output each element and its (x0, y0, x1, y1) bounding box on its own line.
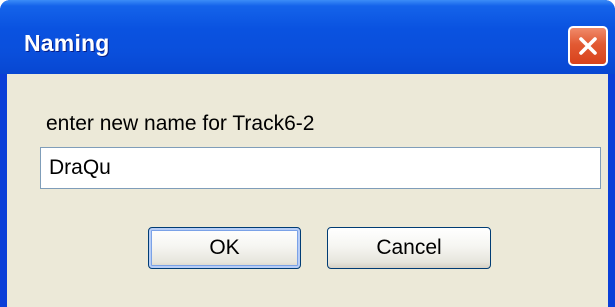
naming-dialog: Naming enter new name for Track6-2 OK Ca… (0, 0, 615, 307)
dialog-body: enter new name for Track6-2 OK Cancel (7, 74, 608, 307)
title-bar[interactable]: Naming (0, 0, 615, 74)
close-icon (579, 37, 597, 55)
ok-button[interactable]: OK (148, 227, 301, 269)
window-title: Naming (24, 30, 110, 56)
close-button[interactable] (568, 26, 608, 66)
cancel-button[interactable]: Cancel (327, 227, 491, 269)
rename-prompt: enter new name for Track6-2 (46, 112, 315, 135)
name-input[interactable] (40, 147, 601, 189)
